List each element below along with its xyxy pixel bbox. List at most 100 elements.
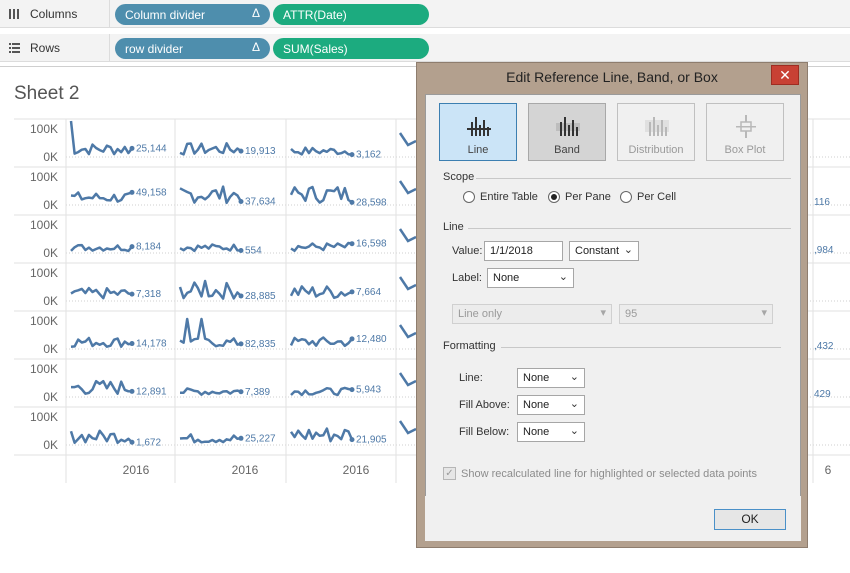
column-divider-pill[interactable]: Column divider Δ xyxy=(115,4,270,25)
chevron-down-icon: ⌄ xyxy=(623,244,633,256)
type-band-button[interactable]: Band xyxy=(528,103,606,161)
y-tick-label: 100K xyxy=(30,218,58,232)
y-tick-label: 100K xyxy=(30,122,58,136)
sparkline-end-point xyxy=(129,189,135,195)
radio-label: Per Cell xyxy=(637,191,677,203)
data-label: 25,144 xyxy=(136,143,167,154)
type-line-button[interactable]: Line xyxy=(439,103,517,161)
line-heading: Line xyxy=(443,221,464,233)
sparkline-end-point xyxy=(238,248,244,254)
type-distribution-button[interactable]: Distribution xyxy=(617,103,695,161)
type-label: Band xyxy=(554,144,580,156)
partial-sparkline xyxy=(398,228,417,243)
y-tick-label: 0K xyxy=(43,390,58,404)
type-label: Distribution xyxy=(628,144,684,156)
attr-date-pill[interactable]: ATTR(Date) xyxy=(273,4,429,25)
scope-heading: Scope xyxy=(443,171,475,183)
rows-label-text: Rows xyxy=(30,41,61,55)
close-icon[interactable]: ✕ xyxy=(771,65,799,85)
value-input[interactable]: 1/1/2018 xyxy=(484,241,563,261)
sparkline xyxy=(290,241,353,253)
data-label: 28,885 xyxy=(245,291,276,302)
radio-circle-selected xyxy=(548,191,560,203)
select-value: None xyxy=(523,372,550,384)
pill-label: Column divider xyxy=(125,7,206,22)
row-divider-pill[interactable]: row divider Δ xyxy=(115,38,270,59)
checkbox-check-icon: ✓ xyxy=(443,467,456,480)
line-format-label: Line: xyxy=(459,372,483,384)
data-label: 21,905 xyxy=(356,435,387,446)
recalculated-line-checkbox[interactable]: ✓ Show recalculated line for highlighted… xyxy=(443,467,757,480)
radio-label: Per Pane xyxy=(565,191,611,203)
scope-per-cell-radio[interactable]: Per Cell xyxy=(620,191,676,203)
y-tick-label: 0K xyxy=(43,294,58,308)
pill-label: SUM(Sales) xyxy=(283,41,348,56)
type-box-plot-button[interactable]: Box Plot xyxy=(706,103,784,161)
line-type-icon xyxy=(467,117,491,136)
y-tick-label: 100K xyxy=(30,410,58,424)
sparkline xyxy=(289,185,353,204)
sparkline-end-point xyxy=(349,241,355,247)
chevron-down-icon: ⌄ xyxy=(569,425,579,437)
checkbox-label: Show recalculated line for highlighted o… xyxy=(461,467,757,480)
data-label: 25,227 xyxy=(245,433,276,444)
label-select[interactable]: None ⌄ xyxy=(487,268,574,288)
data-label: 14,178 xyxy=(136,339,167,350)
y-tick-label: 100K xyxy=(30,314,58,328)
fill-above-select[interactable]: None ⌄ xyxy=(517,395,585,415)
sparkline-end-point xyxy=(129,244,135,250)
sparkline xyxy=(178,279,242,300)
data-label: 554 xyxy=(245,246,262,257)
data-label: 16,598 xyxy=(356,239,387,250)
y-tick-label: 0K xyxy=(43,342,58,356)
select-value: None xyxy=(523,426,550,438)
sparkline xyxy=(290,386,353,397)
dialog-title: Edit Reference Line, Band, or Box xyxy=(506,69,718,85)
rows-icon xyxy=(6,42,22,54)
data-label: 7,318 xyxy=(136,289,161,300)
scope-divider xyxy=(476,178,791,179)
y-tick-label: 100K xyxy=(30,266,58,280)
sparkline-end-point xyxy=(349,152,355,158)
y-tick-label: 0K xyxy=(43,150,58,164)
scope-per-pane-radio[interactable]: Per Pane xyxy=(548,191,611,203)
pill-label: ATTR(Date) xyxy=(283,7,347,22)
chevron-down-icon: ▾ xyxy=(761,307,767,319)
data-label: 7,389 xyxy=(245,387,270,398)
ok-button[interactable]: OK xyxy=(714,509,786,530)
radio-circle xyxy=(463,191,475,203)
type-label: Box Plot xyxy=(724,144,766,156)
columns-label-text: Columns xyxy=(30,7,78,21)
y-tick-label: 0K xyxy=(43,246,58,260)
sparkline-end-point xyxy=(238,341,244,347)
partial-data-label: 429 xyxy=(814,389,831,400)
fill-below-select[interactable]: None ⌄ xyxy=(517,422,585,442)
select-value: Constant xyxy=(575,245,620,257)
type-label: Line xyxy=(467,144,489,156)
partial-sparkline xyxy=(398,180,417,195)
value-type-select[interactable]: Constant ⌄ xyxy=(569,241,639,261)
sparkline-end-point xyxy=(129,145,135,151)
sparkline-end-point xyxy=(349,336,355,342)
sum-sales-pill[interactable]: SUM(Sales) xyxy=(273,38,429,59)
sparkline-end-point xyxy=(129,439,135,445)
data-label: 19,913 xyxy=(245,146,276,157)
chevron-down-icon: ▾ xyxy=(600,307,606,319)
line-only-select[interactable]: Line only ▾ xyxy=(452,304,612,324)
band-type-icon xyxy=(556,117,580,136)
select-value: None xyxy=(523,399,550,411)
sparkline xyxy=(180,387,242,396)
delta-icon: Δ xyxy=(251,6,260,20)
line-format-select[interactable]: None ⌄ xyxy=(517,368,585,388)
partial-sparkline xyxy=(398,372,417,387)
x-axis-label: 2016 xyxy=(123,463,150,477)
scope-entire-table-radio[interactable]: Entire Table xyxy=(463,191,538,203)
columns-shelf-label: Columns xyxy=(6,0,110,28)
confidence-select[interactable]: 95 ▾ xyxy=(619,304,773,324)
distribution-type-icon xyxy=(645,117,669,136)
dialog-footer: OK xyxy=(425,496,801,541)
edit-reference-line-dialog: Edit Reference Line, Band, or Box ✕ Line… xyxy=(416,62,808,548)
sparkline xyxy=(179,433,242,444)
y-tick-label: 100K xyxy=(30,170,58,184)
sparkline xyxy=(179,317,242,348)
